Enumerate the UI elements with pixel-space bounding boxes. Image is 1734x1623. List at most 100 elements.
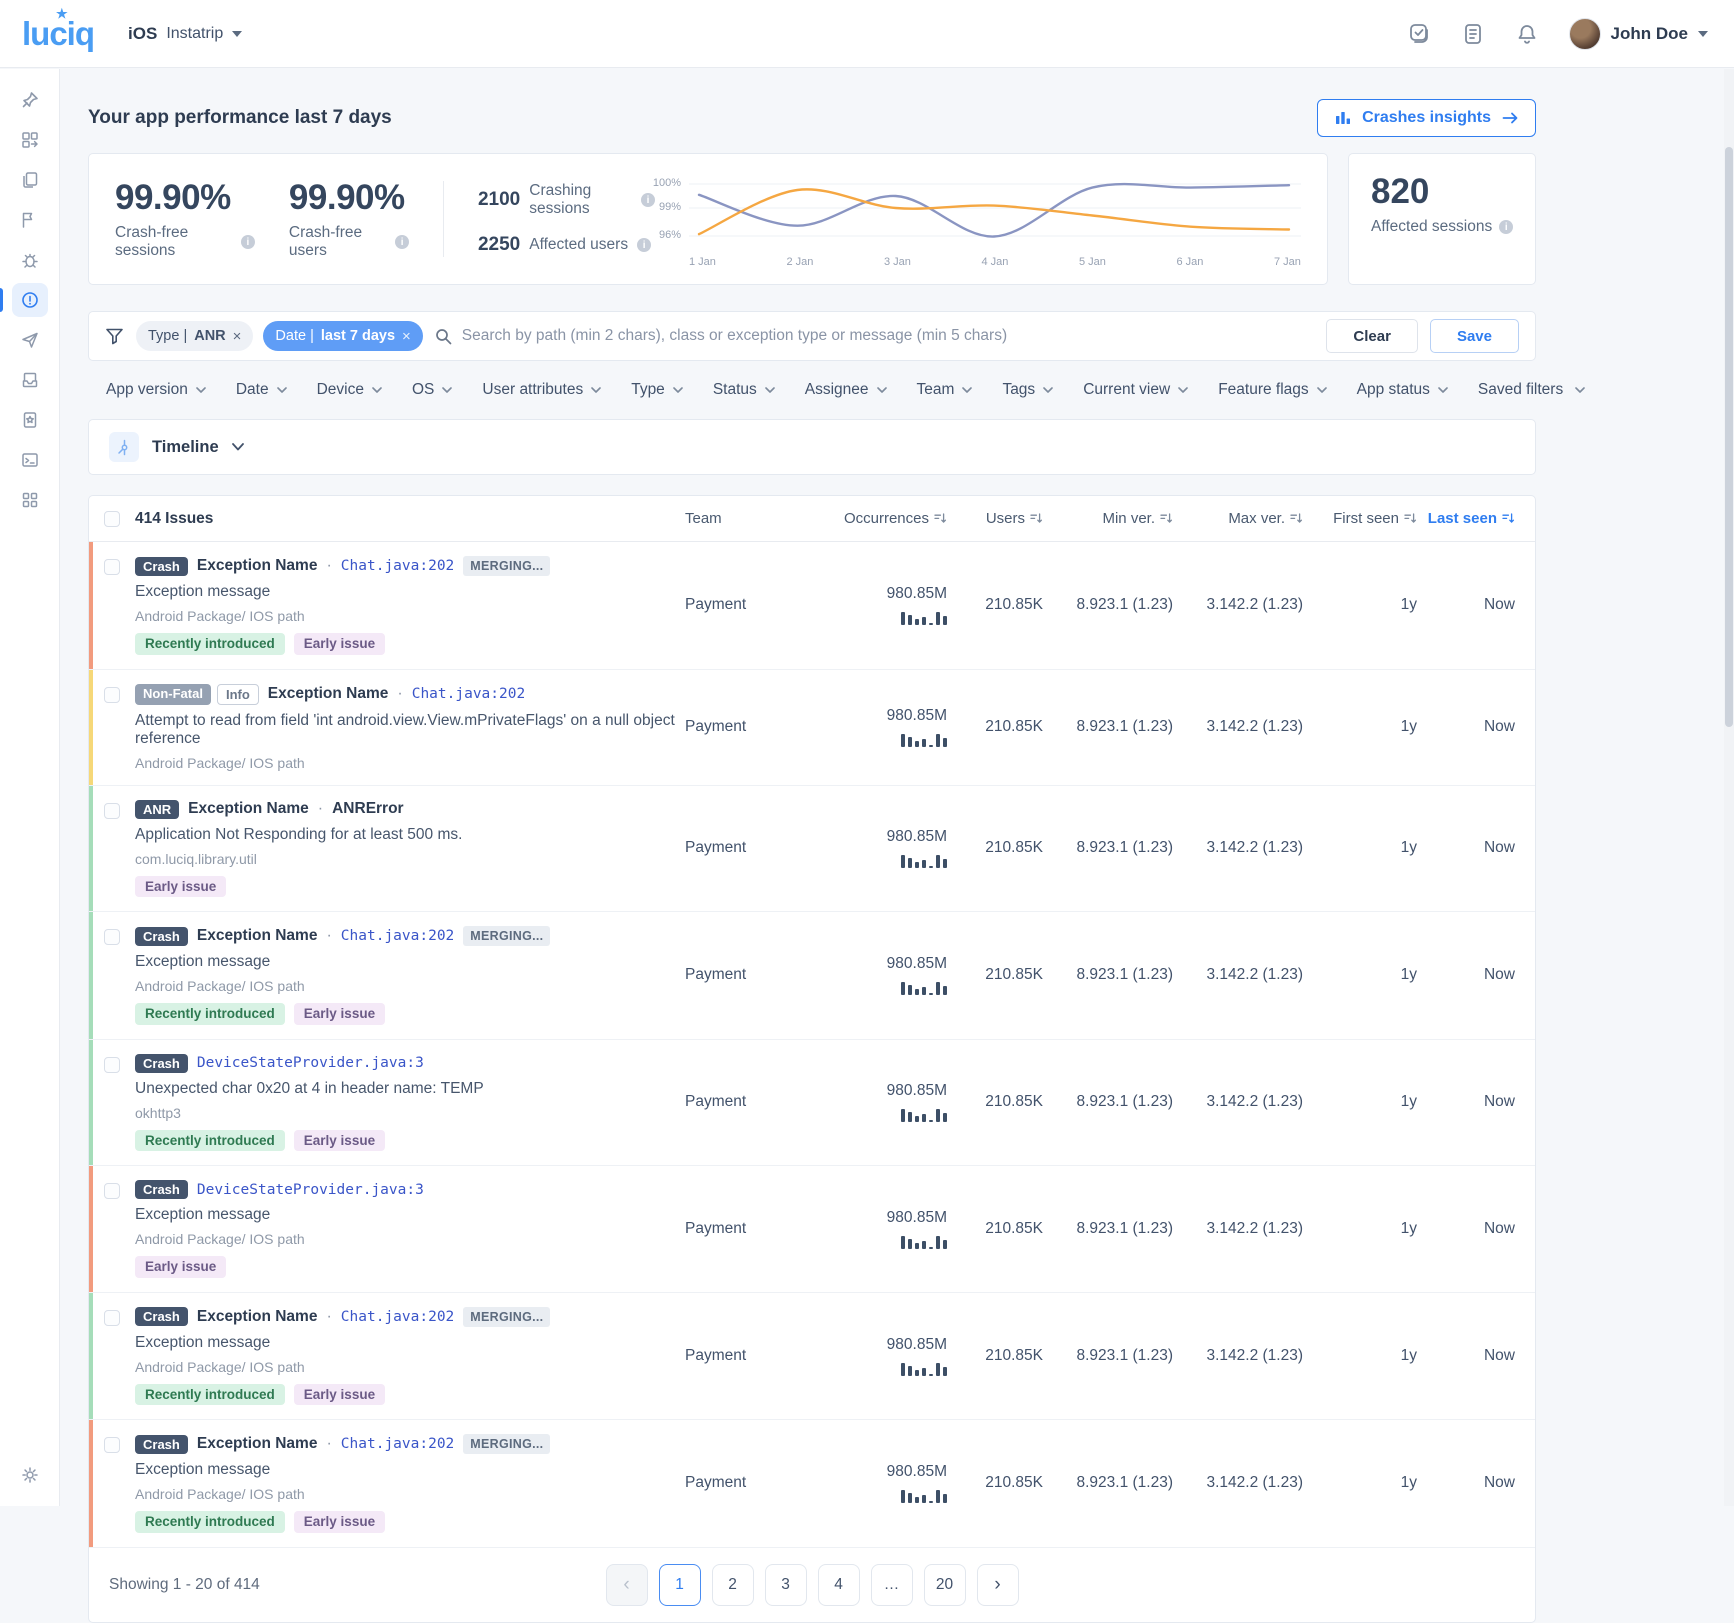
save-button[interactable]: Save [1430, 319, 1519, 353]
info-icon[interactable] [395, 235, 409, 249]
filter-dropdown-app-version[interactable]: App version [106, 381, 206, 399]
issue-tag-recently-introduced: Recently introduced [135, 1003, 285, 1025]
sidebar-item-pages[interactable] [12, 163, 48, 197]
column-header-first-seen[interactable]: First seen [1303, 510, 1417, 527]
pagination-page-[interactable]: … [871, 1564, 913, 1606]
info-icon[interactable] [637, 238, 651, 252]
issue-location[interactable]: Chat.java:202 [341, 1436, 455, 1452]
app-switcher[interactable]: iOS Instatrip [128, 24, 242, 44]
info-icon[interactable] [1499, 220, 1513, 234]
info-icon[interactable] [241, 235, 255, 249]
luciq-logo[interactable]: luciq★ [22, 15, 94, 53]
filter-dropdown-date[interactable]: Date [236, 381, 287, 399]
pagination-page-4[interactable]: 4 [818, 1564, 860, 1606]
row-checkbox[interactable] [104, 1310, 120, 1326]
filter-chip-date[interactable]: Date | last 7 days× [263, 321, 422, 351]
tasks-icon[interactable] [1407, 22, 1431, 46]
filter-dropdown-device[interactable]: Device [317, 381, 382, 399]
info-icon[interactable] [641, 193, 655, 207]
pagination-next-button[interactable]: › [977, 1564, 1019, 1606]
sidebar-item-inbox[interactable] [12, 363, 48, 397]
sidebar-item-apps[interactable] [12, 483, 48, 517]
issue-location[interactable]: DeviceStateProvider.java:3 [197, 1055, 424, 1071]
chevron-down-icon[interactable] [232, 443, 244, 451]
sort-icon [1290, 512, 1303, 525]
table-row[interactable]: Crash DeviceStateProvider.java:3 Excepti… [89, 1166, 1535, 1293]
filter-dropdown-team[interactable]: Team [917, 381, 973, 399]
table-row[interactable]: Crash DeviceStateProvider.java:3 Unexpec… [89, 1040, 1535, 1167]
sidebar-item-console[interactable] [12, 443, 48, 477]
issue-tag-early-issue: Early issue [294, 1003, 385, 1025]
search-input[interactable] [462, 327, 1315, 345]
pagination-page-3[interactable]: 3 [765, 1564, 807, 1606]
issue-location[interactable]: ANRError [332, 800, 403, 818]
row-checkbox[interactable] [104, 929, 120, 945]
column-header-occurrences[interactable]: Occurrences [797, 510, 947, 527]
saved-filters-dropdown[interactable]: Saved filters [1478, 381, 1585, 399]
column-header-max-ver[interactable]: Max ver. [1173, 510, 1303, 527]
issue-path: Android Package/ IOS path [135, 755, 685, 771]
notifications-icon[interactable] [1515, 22, 1539, 46]
sidebar-item-pin[interactable] [12, 83, 48, 117]
arrow-right-icon [1501, 109, 1519, 127]
report-icon[interactable] [1461, 22, 1485, 46]
scrollbar-track[interactable] [1724, 69, 1734, 1506]
sidebar-item-boards[interactable] [12, 123, 48, 157]
sidebar-item-flag[interactable] [12, 203, 48, 237]
select-all-checkbox[interactable] [104, 511, 120, 527]
filter-dropdown-app-status[interactable]: App status [1357, 381, 1448, 399]
top-bar: luciq★ iOS Instatrip John Doe [0, 0, 1734, 68]
table-row[interactable]: Non-FatalInfo Exception Name · Chat.java… [89, 670, 1535, 786]
issue-location[interactable]: Chat.java:202 [341, 1309, 455, 1325]
filter-dropdown-user-attributes[interactable]: User attributes [482, 381, 601, 399]
table-row[interactable]: Crash Exception Name · Chat.java:202 MER… [89, 542, 1535, 670]
remove-chip-icon[interactable]: × [402, 328, 411, 345]
issue-last-seen: Now [1417, 718, 1515, 736]
issue-location[interactable]: Chat.java:202 [412, 686, 526, 702]
row-checkbox[interactable] [104, 687, 120, 703]
clear-button[interactable]: Clear [1326, 319, 1418, 353]
filter-chip-type[interactable]: Type | ANR× [136, 321, 253, 351]
filter-dropdown-tags[interactable]: Tags [1002, 381, 1053, 399]
pagination-page-1[interactable]: 1 [659, 1564, 701, 1606]
issue-location[interactable]: DeviceStateProvider.java:3 [197, 1182, 424, 1198]
filter-dropdown-feature-flags[interactable]: Feature flags [1218, 381, 1326, 399]
filter-dropdown-type[interactable]: Type [631, 381, 683, 399]
row-checkbox[interactable] [104, 1183, 120, 1199]
issue-min-version: 8.923.1 (1.23) [1043, 966, 1173, 984]
type-badge-crash: Crash [135, 1307, 188, 1326]
table-row[interactable]: Crash Exception Name · Chat.java:202 MER… [89, 1293, 1535, 1421]
column-header-last-seen[interactable]: Last seen [1417, 510, 1515, 527]
row-checkbox[interactable] [104, 559, 120, 575]
chevron-down-icon [962, 387, 972, 393]
table-row[interactable]: ANR Exception Name · ANRError Applicatio… [89, 786, 1535, 913]
issue-location[interactable]: Chat.java:202 [341, 558, 455, 574]
issue-tag-early-issue: Early issue [135, 1256, 226, 1278]
user-menu[interactable]: John Doe [1569, 18, 1708, 50]
remove-chip-icon[interactable]: × [233, 328, 242, 345]
sidebar-item-send[interactable] [12, 323, 48, 357]
pagination-page-2[interactable]: 2 [712, 1564, 754, 1606]
sidebar-item-featured[interactable] [12, 403, 48, 437]
filter-dropdown-os[interactable]: OS [412, 381, 452, 399]
row-checkbox[interactable] [104, 1437, 120, 1453]
page-title: Your app performance last 7 days [88, 107, 392, 129]
issue-occurrences: 980.85M [887, 828, 947, 846]
table-row[interactable]: Crash Exception Name · Chat.java:202 MER… [89, 912, 1535, 1040]
issue-location[interactable]: Chat.java:202 [341, 928, 455, 944]
sidebar-item-issues[interactable] [12, 283, 48, 317]
column-header-min-ver[interactable]: Min ver. [1043, 510, 1173, 527]
row-checkbox[interactable] [104, 1057, 120, 1073]
sidebar-item-bug[interactable] [12, 243, 48, 277]
filter-dropdown-assignee[interactable]: Assignee [805, 381, 887, 399]
sidebar-item-settings[interactable] [12, 1458, 48, 1492]
pagination-page-20[interactable]: 20 [924, 1564, 966, 1606]
issue-path: Android Package/ IOS path [135, 978, 685, 994]
column-header-users[interactable]: Users [947, 510, 1043, 527]
crashes-insights-button[interactable]: Crashes insights [1317, 99, 1536, 137]
filter-dropdown-current-view[interactable]: Current view [1083, 381, 1188, 399]
scrollbar-thumb[interactable] [1725, 147, 1733, 727]
row-checkbox[interactable] [104, 803, 120, 819]
table-row[interactable]: Crash Exception Name · Chat.java:202 MER… [89, 1420, 1535, 1548]
filter-dropdown-status[interactable]: Status [713, 381, 775, 399]
